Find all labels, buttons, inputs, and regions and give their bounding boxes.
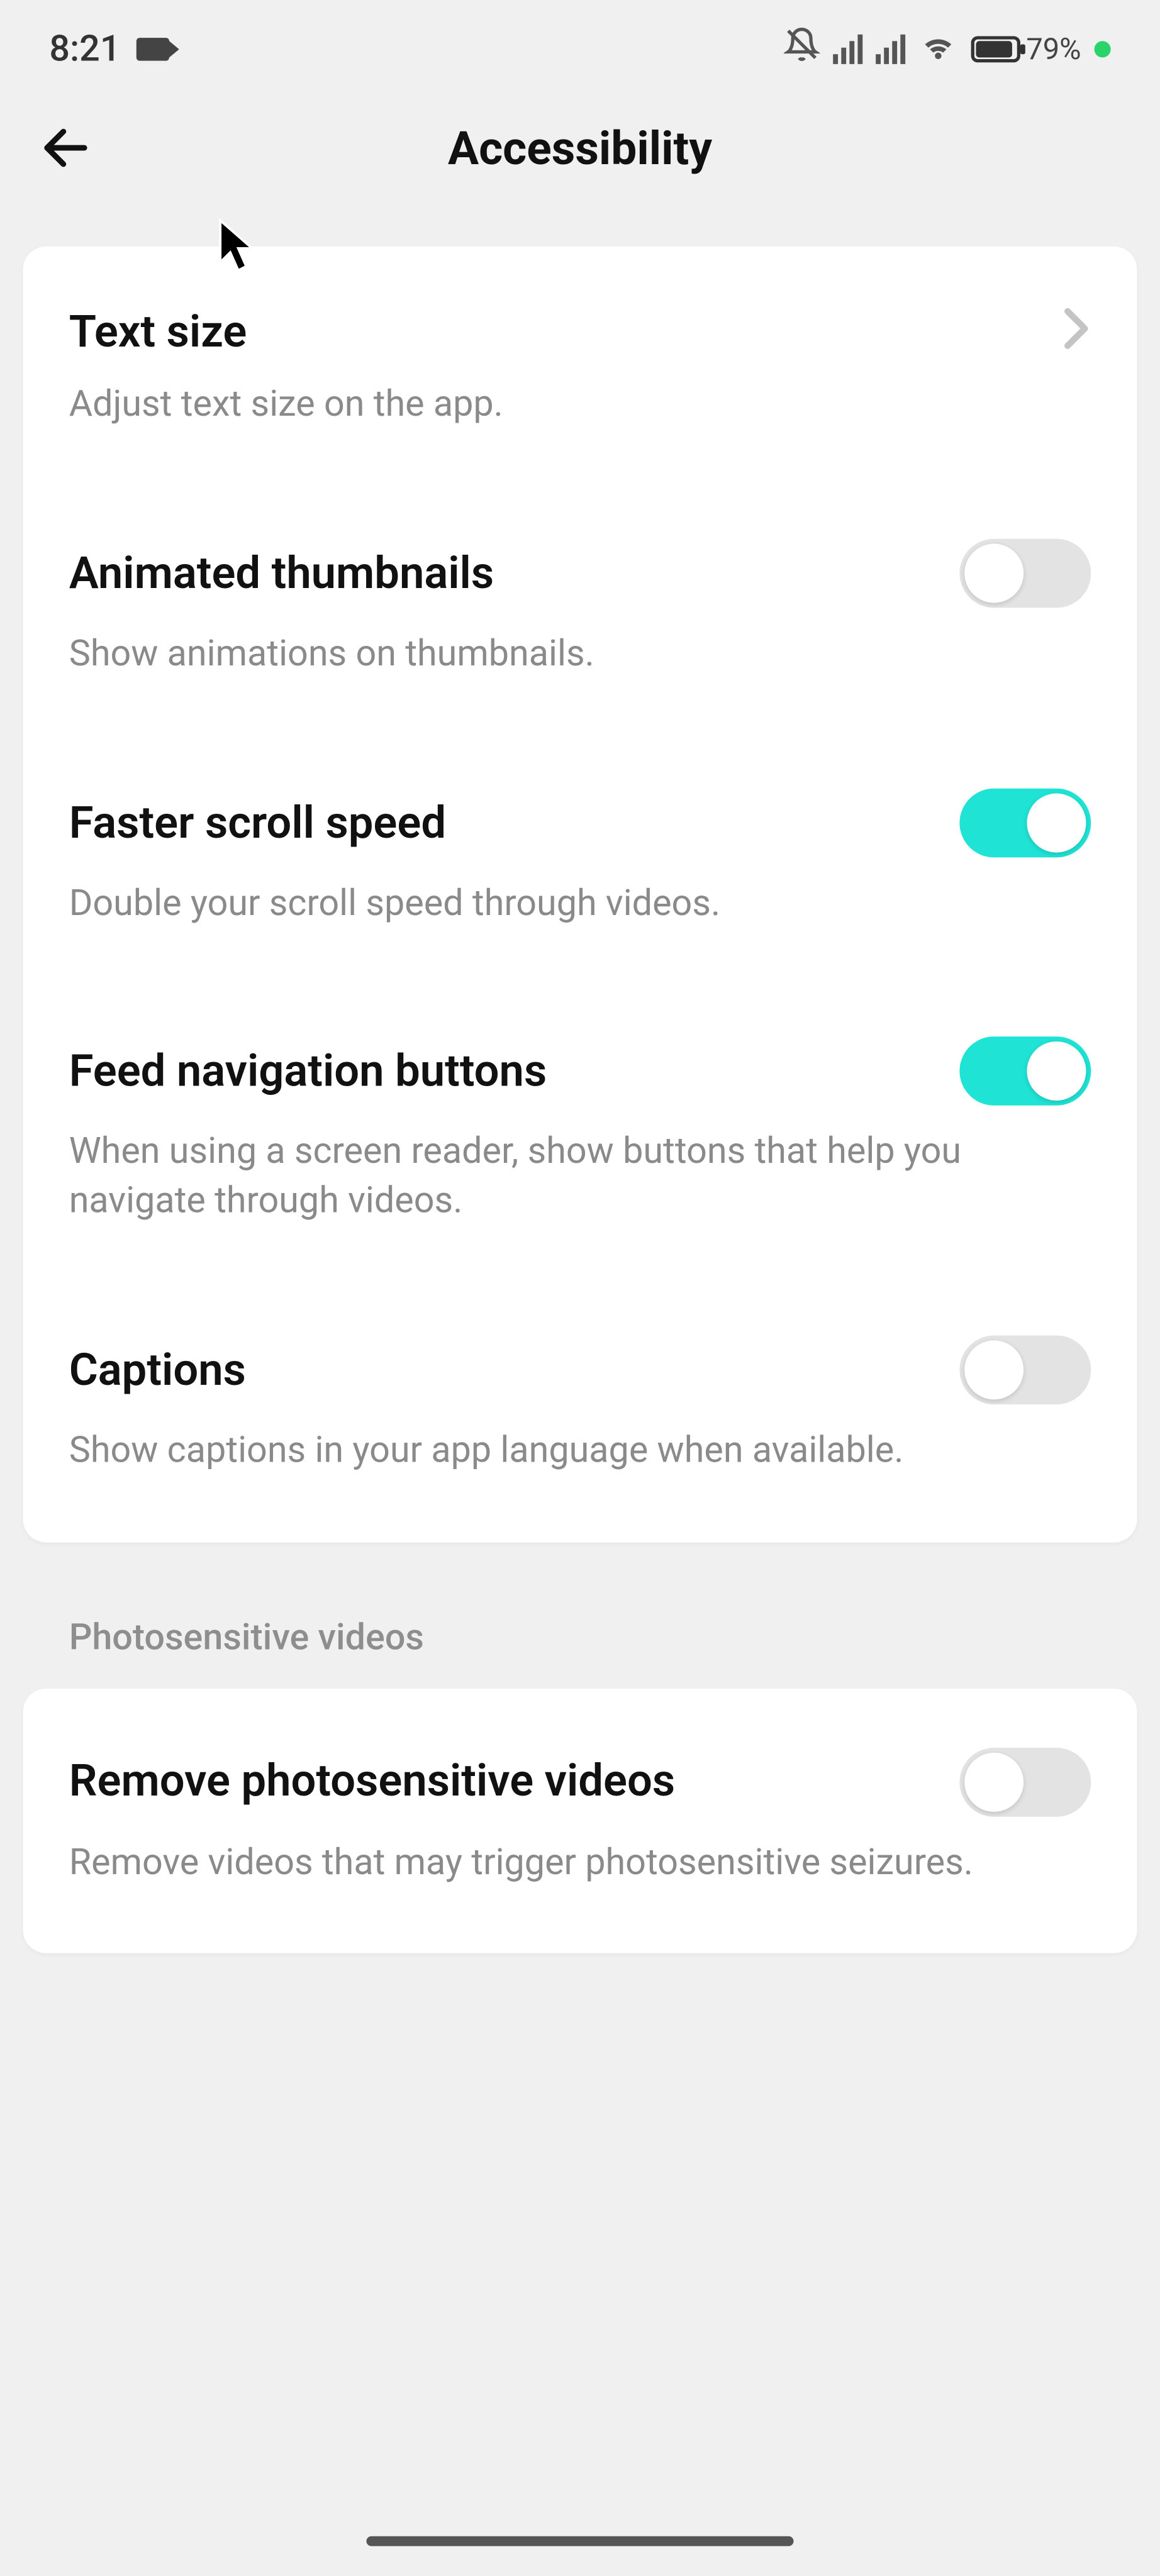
remove-photosensitive-row: Remove photosensitive videos Remove vide…	[69, 1688, 1091, 1953]
page-title: Accessibility	[0, 121, 1160, 175]
feed-nav-toggle[interactable]	[959, 1037, 1091, 1106]
animated-thumbnails-toggle[interactable]	[959, 539, 1091, 608]
wifi-icon	[918, 26, 957, 72]
camera-recording-icon	[137, 38, 170, 61]
chevron-right-icon	[1061, 306, 1091, 358]
notification-muted-icon	[783, 26, 819, 72]
general-settings-card: Text size Adjust text size on the app. A…	[23, 247, 1137, 1542]
battery-percentage: 79%	[1026, 32, 1081, 67]
arrow-left-icon	[38, 120, 94, 176]
page-header: Accessibility	[0, 99, 1160, 197]
text-size-desc: Adjust text size on the app.	[69, 382, 1039, 431]
signal-bars-icon-2	[875, 35, 905, 64]
faster-scroll-title: Faster scroll speed	[69, 796, 446, 850]
home-indicator[interactable]	[366, 2536, 793, 2546]
remove-photosensitive-desc: Remove videos that may trigger photosens…	[69, 1839, 1039, 1888]
battery-icon	[971, 36, 1020, 62]
animated-thumbnails-title: Animated thumbnails	[69, 547, 494, 600]
text-size-title: Text size	[69, 306, 247, 359]
captions-toggle[interactable]	[959, 1335, 1091, 1404]
status-bar: 8:21	[0, 0, 1160, 99]
captions-row: Captions Show captions in your app langu…	[69, 1276, 1091, 1541]
animated-thumbnails-row: Animated thumbnails Show animations on t…	[69, 480, 1091, 729]
faster-scroll-toggle[interactable]	[959, 788, 1091, 857]
status-time: 8:21	[49, 29, 120, 70]
camera-active-dot-icon	[1095, 41, 1111, 57]
feed-nav-desc: When using a screen reader, show buttons…	[69, 1130, 1039, 1227]
photosensitive-section-label: Photosensitive videos	[69, 1617, 1091, 1658]
captions-desc: Show captions in your app language when …	[69, 1427, 1039, 1476]
feed-nav-title: Feed navigation buttons	[69, 1045, 547, 1099]
text-size-row[interactable]: Text size Adjust text size on the app.	[69, 247, 1091, 480]
feed-nav-row: Feed navigation buttons When using a scr…	[69, 978, 1091, 1276]
photosensitive-card: Remove photosensitive videos Remove vide…	[23, 1688, 1137, 1953]
animated-thumbnails-desc: Show animations on thumbnails.	[69, 631, 1039, 680]
remove-photosensitive-title: Remove photosensitive videos	[69, 1755, 675, 1808]
faster-scroll-row: Faster scroll speed Double your scroll s…	[69, 729, 1091, 978]
remove-photosensitive-toggle[interactable]	[959, 1747, 1091, 1816]
faster-scroll-desc: Double your scroll speed through videos.	[69, 880, 1039, 929]
captions-title: Captions	[69, 1343, 246, 1397]
signal-bars-icon	[832, 35, 862, 64]
back-button[interactable]	[33, 115, 98, 180]
